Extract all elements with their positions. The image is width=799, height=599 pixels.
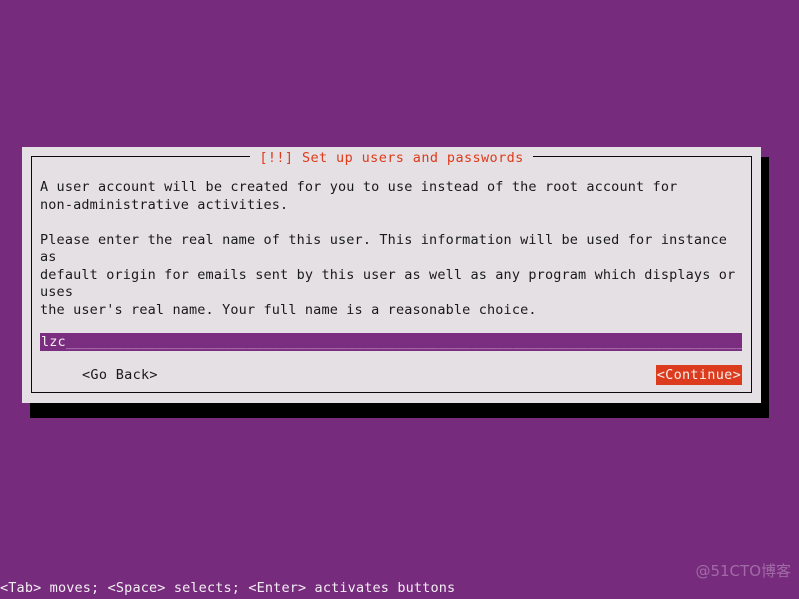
installer-screen: [!!] Set up users and passwords A user a… [0,0,799,599]
dialog-frame: [!!] Set up users and passwords A user a… [31,148,752,393]
setup-users-dialog: [!!] Set up users and passwords A user a… [22,147,761,403]
dialog-title: [!!] Set up users and passwords [250,148,533,168]
dialog-titlebar: [!!] Set up users and passwords [32,147,751,168]
fullname-input-row[interactable]: lzc_____________________________________… [40,333,742,351]
keyboard-hint-statusbar: <Tab> moves; <Space> selects; <Enter> ac… [0,580,456,596]
go-back-button[interactable]: <Go Back> [81,365,159,385]
fullname-input[interactable]: lzc_____________________________________… [40,333,742,351]
dialog-button-row: <Go Back> <Continue> [40,365,742,385]
dialog-body: A user account will be created for you t… [40,179,743,354]
fullname-input-fill: ________________________________________… [65,334,742,350]
watermark: @51CTO博客 [695,562,791,580]
dialog-paragraph-2: Please enter the real name of this user.… [40,231,736,318]
dialog-paragraph-1: A user account will be created for you t… [40,179,678,213]
continue-button[interactable]: <Continue> [655,365,742,385]
fullname-input-value: lzc [41,334,66,350]
